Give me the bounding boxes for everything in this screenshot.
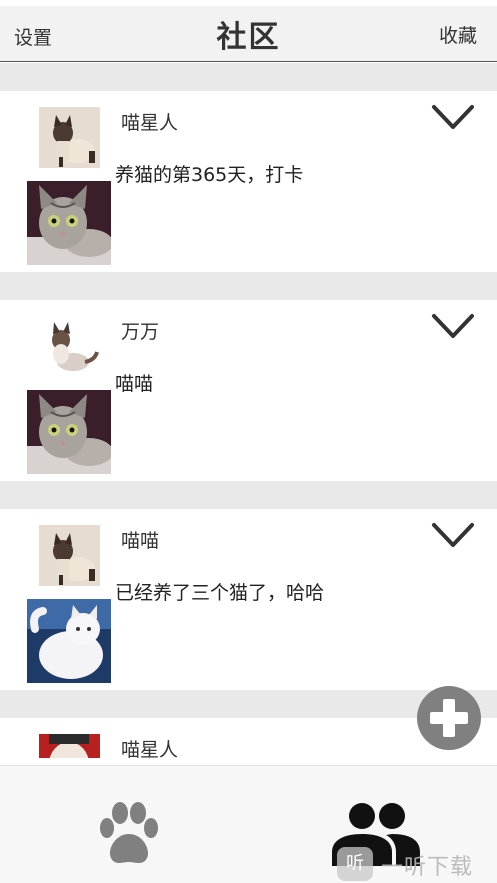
post-username[interactable]: 万万 [121, 317, 159, 344]
siamese-cat-avatar[interactable] [39, 107, 100, 168]
divider [0, 272, 497, 300]
paw-icon[interactable] [93, 798, 165, 870]
post-text: 养猫的第365天，打卡 [115, 164, 304, 186]
divider [0, 481, 497, 509]
post-text: 已经养了三个猫了，哈哈 [115, 582, 325, 604]
post-card[interactable]: 喵喵 已经养了三个猫了，哈哈 [0, 509, 497, 690]
post-card[interactable]: 万万 喵喵 [0, 300, 497, 481]
cartoon-avatar[interactable] [39, 734, 100, 758]
watermark-logo: 听 [337, 847, 373, 881]
white-persian-cat-photo[interactable] [27, 599, 111, 683]
divider [0, 63, 497, 91]
siamese-cat-avatar[interactable] [39, 525, 100, 586]
chevron-down-icon[interactable] [431, 103, 475, 131]
favorites-button[interactable]: 收藏 [439, 21, 477, 48]
ragdoll-cat-avatar[interactable] [39, 316, 100, 377]
nav-bar: 设置 社区 收藏 [0, 6, 497, 62]
post-card[interactable]: 喵星人 养猫的第365天，打卡 [0, 91, 497, 272]
chevron-down-icon[interactable] [431, 312, 475, 340]
tabby-cat-photo[interactable] [27, 390, 111, 474]
post-feed[interactable]: 喵星人 养猫的第365天，打卡 万万 喵喵 喵喵 已经养了三个猫了，哈哈 喵星人 [0, 63, 497, 765]
post-username[interactable]: 喵星人 [121, 108, 178, 135]
chevron-down-icon[interactable] [431, 521, 475, 549]
tabby-cat-photo[interactable] [27, 181, 111, 265]
post-text: 喵喵 [115, 373, 154, 395]
page-title: 社区 [216, 20, 281, 55]
watermark: 听 一听下载 [337, 845, 497, 883]
post-username[interactable]: 喵星人 [121, 735, 178, 762]
post-username[interactable]: 喵喵 [121, 526, 159, 553]
watermark-text: 一听下载 [381, 855, 474, 880]
add-post-button[interactable] [417, 686, 481, 750]
